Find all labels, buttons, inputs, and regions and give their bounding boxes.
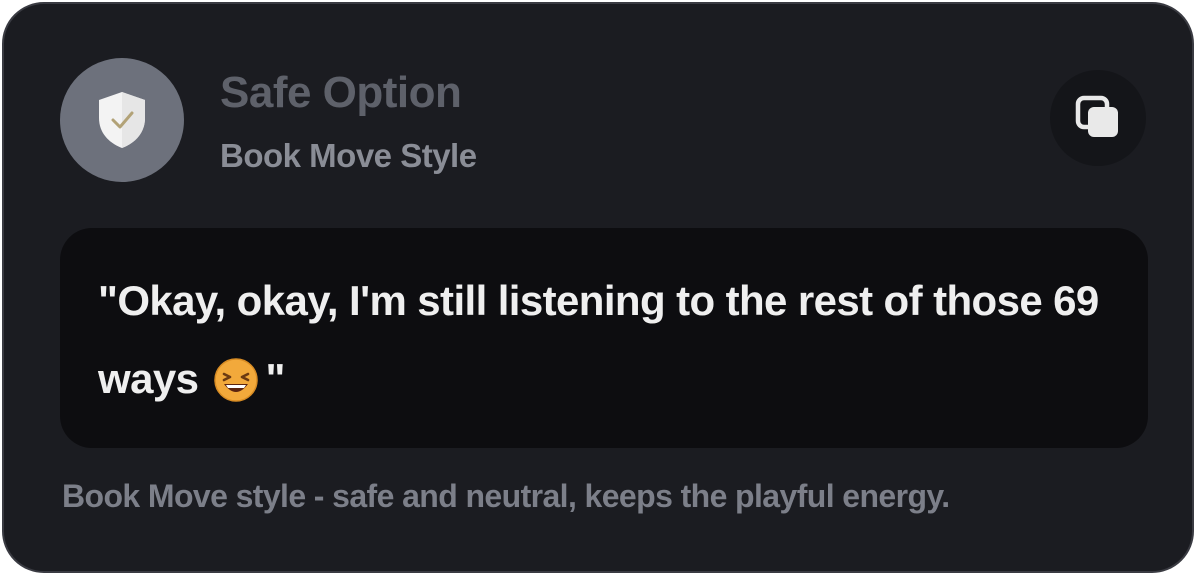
option-title: Safe Option — [220, 68, 462, 117]
quote-closing-mark: " — [265, 355, 285, 402]
copy-icon — [1075, 95, 1118, 137]
quote-box: "Okay, okay, I'm still listening to the … — [60, 228, 1148, 448]
safe-badge — [60, 58, 184, 182]
shield-check-icon — [99, 92, 145, 148]
grinning-squinting-face-emoji — [213, 350, 259, 428]
option-subtitle: Book Move Style — [220, 137, 477, 174]
quote-text: "Okay, okay, I'm still listening to the … — [98, 262, 1110, 428]
suggestion-card: Safe Option Book Move Style "Okay, okay,… — [2, 2, 1194, 573]
copy-button[interactable] — [1050, 70, 1146, 166]
option-description: Book Move style - safe and neutral, keep… — [62, 478, 950, 514]
